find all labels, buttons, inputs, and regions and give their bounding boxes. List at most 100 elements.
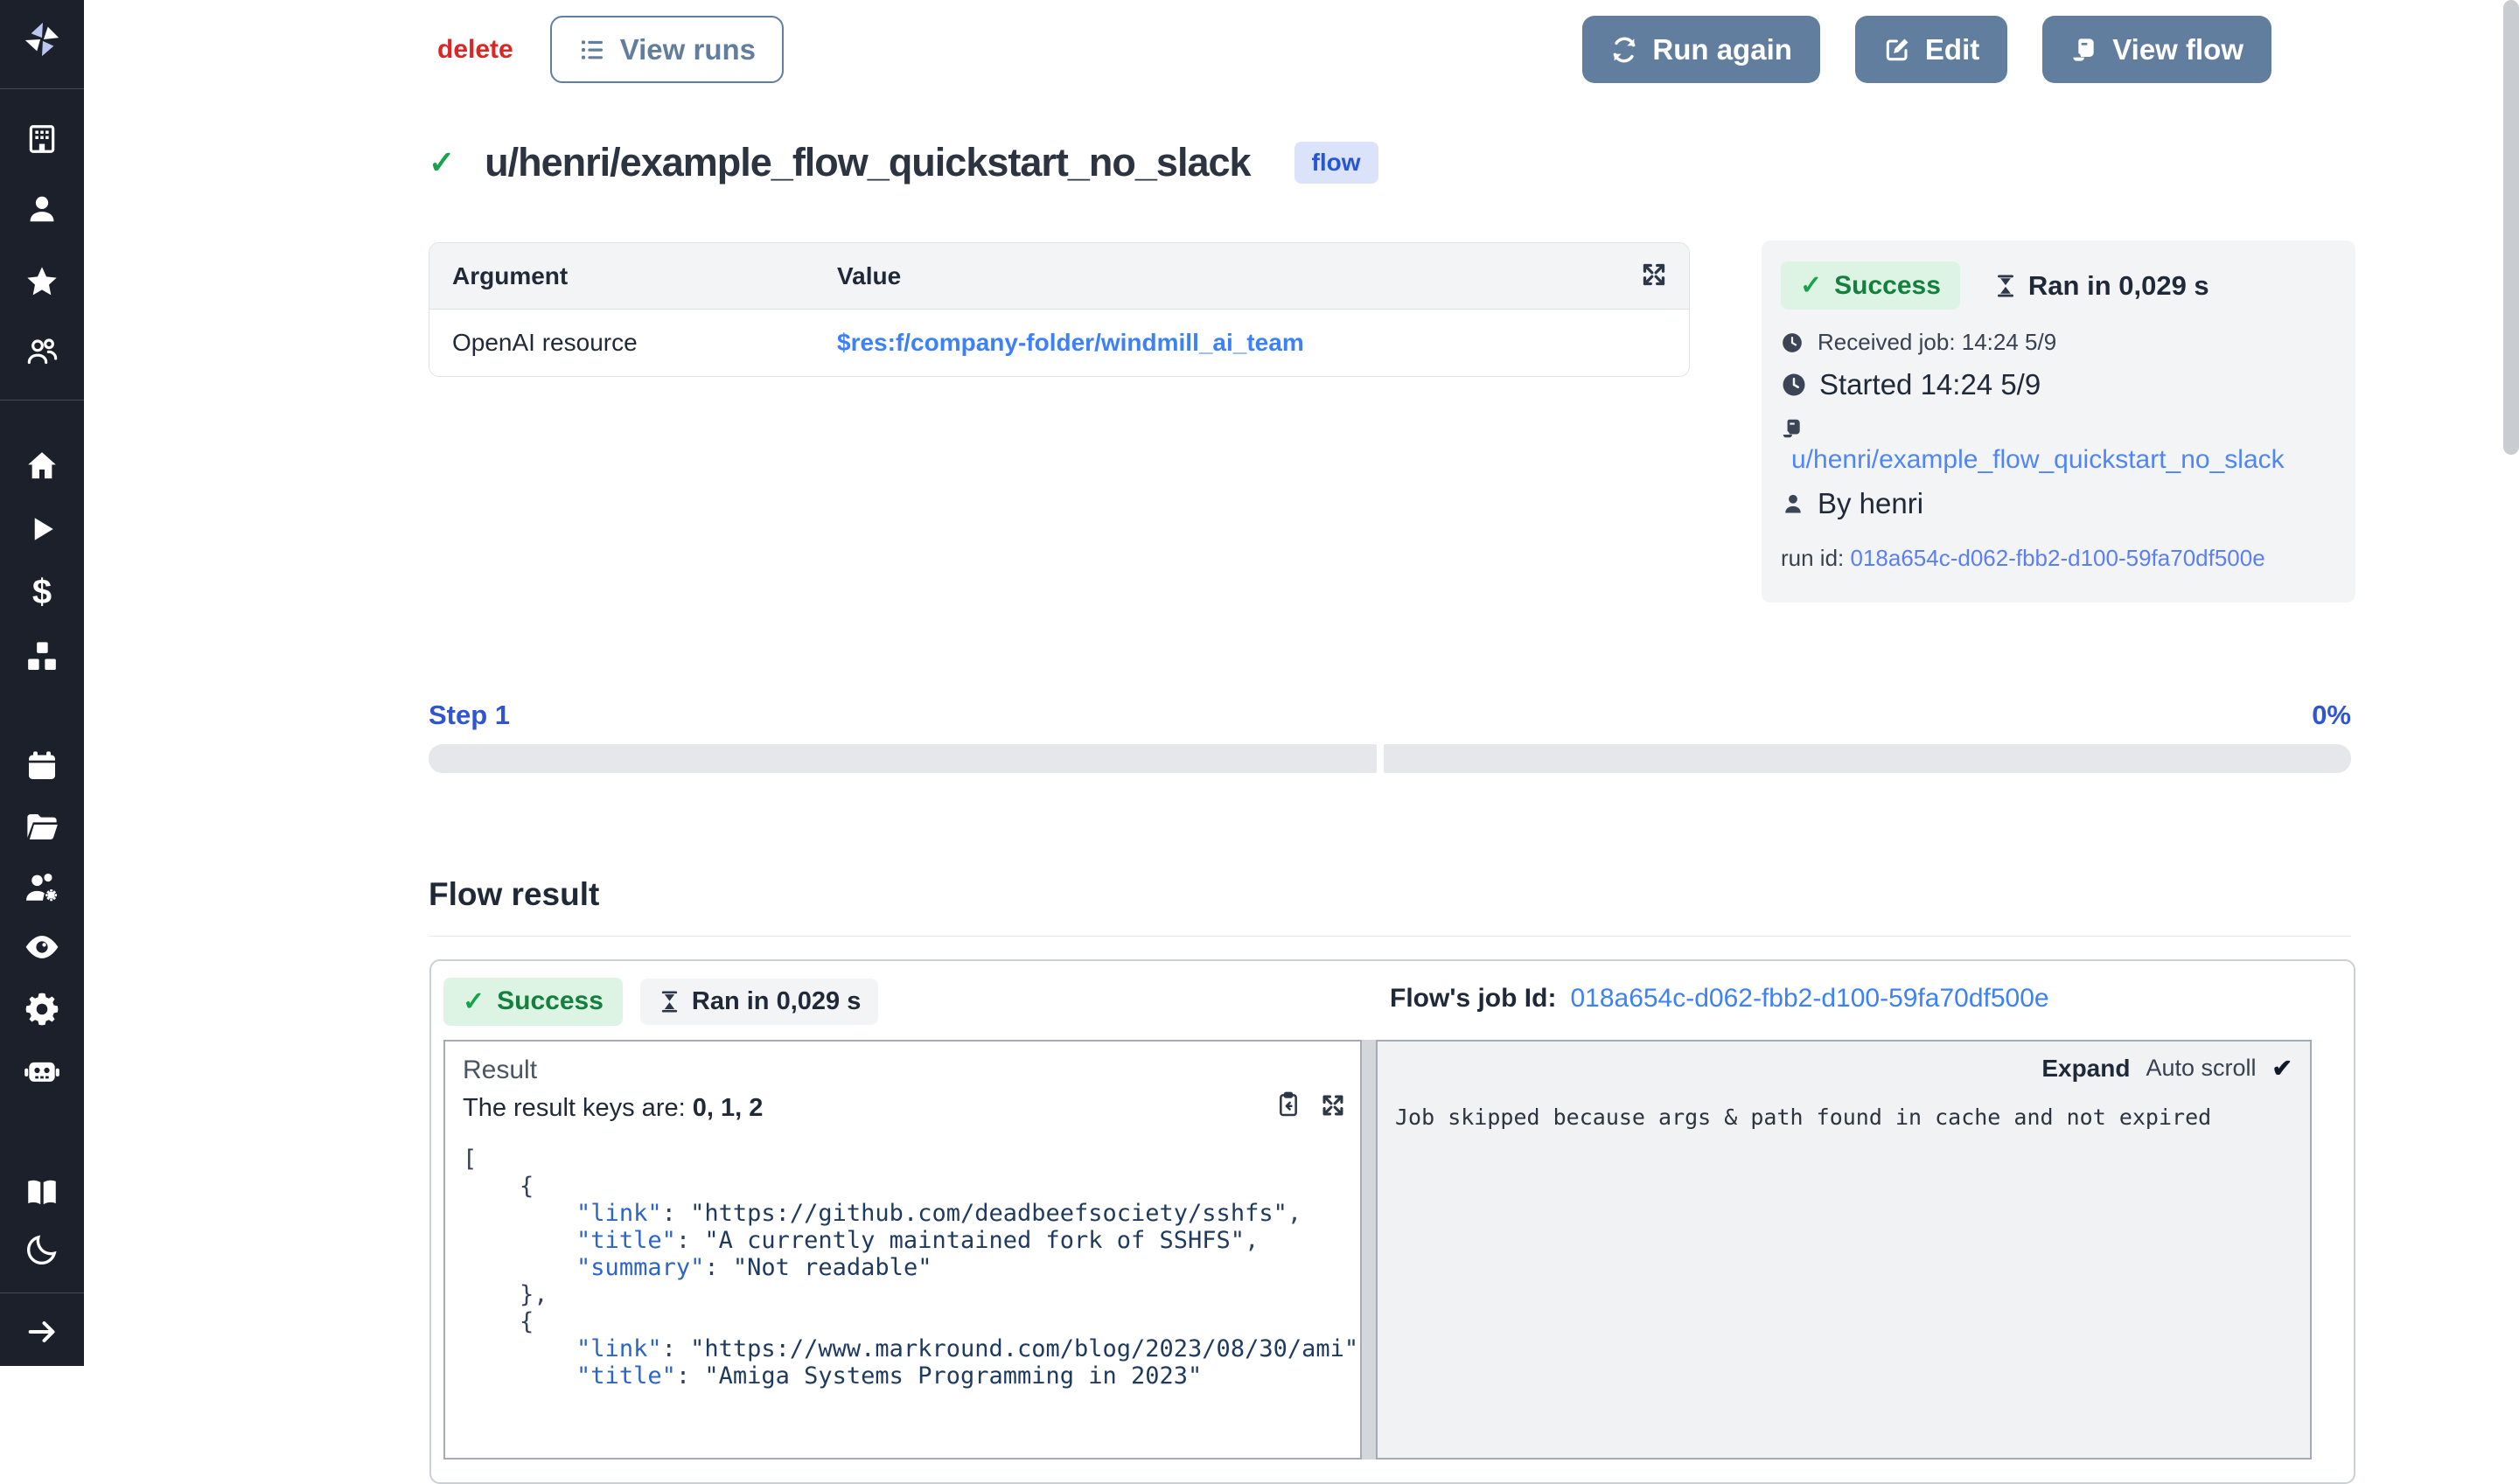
flow-icon	[2070, 36, 2098, 64]
view-flow-button[interactable]: View flow	[2042, 16, 2271, 83]
toolbar-right: Run again Edit View flow	[1582, 16, 2271, 83]
step-progress-row: Step 1 0%	[429, 700, 2351, 731]
book-open-icon	[24, 1174, 60, 1211]
sidebar-item-schedules[interactable]	[0, 748, 84, 784]
auto-scroll-checkbox[interactable]: ✔	[2272, 1054, 2292, 1083]
result-json: [ { "link": "https://github.com/deadbeef…	[463, 1146, 1343, 1390]
expand-table-button[interactable]	[1638, 259, 1670, 290]
flow-result-heading: Flow result	[429, 876, 599, 913]
sidebar-item-home[interactable]	[0, 448, 84, 484]
sidebar-separator	[0, 1292, 84, 1293]
flow-result-header: ✓ Success Ran in 0,029 s Flow's job Id: …	[443, 977, 2341, 1026]
sidebar-item-ai[interactable]	[0, 1052, 84, 1089]
sidebar-item-settings[interactable]	[0, 991, 84, 1028]
copy-to-clipboard-button[interactable]	[1274, 1090, 1302, 1120]
sidebar-item-variables[interactable]: $	[0, 572, 84, 612]
auto-scroll-label: Auto scroll	[2146, 1055, 2256, 1082]
hourglass-icon	[658, 990, 681, 1014]
result-pane: Result The result keys are: 0, 1, 2	[443, 1040, 1362, 1460]
list-icon	[578, 36, 606, 64]
received-job-row: Received job: 14:24 5/9	[1781, 329, 2336, 356]
sidebar-item-user[interactable]	[0, 191, 84, 227]
sidebar-expand-toggle[interactable]	[0, 1313, 84, 1350]
sidebar-item-workspace[interactable]	[0, 121, 84, 157]
flow-icon	[1781, 417, 1804, 440]
job-id-link[interactable]: 018a654c-d062-fbb2-d100-59fa70df500e	[1570, 984, 2048, 1014]
success-check-icon: ✓	[429, 144, 455, 181]
run-id-label: run id:	[1781, 545, 1844, 571]
flow-path-icon-row	[1781, 417, 2336, 440]
robot-icon	[23, 1051, 61, 1090]
argument-name: OpenAI resource	[429, 329, 837, 357]
status-label: Success	[1834, 271, 1941, 301]
result-title: Result	[463, 1056, 1343, 1085]
started-row: Started 14:24 5/9	[1781, 368, 2336, 401]
page-title: u/henri/example_flow_quickstart_no_slack	[485, 140, 1250, 185]
dollar-icon: $	[32, 572, 52, 612]
sidebar-item-dark-mode[interactable]	[0, 1231, 84, 1268]
arguments-table: Argument Value OpenAI resource $res:f/co…	[429, 242, 1690, 377]
argument-value-link[interactable]: $res:f/company-folder/windmill_ai_team	[837, 329, 1304, 357]
sidebar-item-resources[interactable]	[0, 638, 84, 675]
status-badge: ✓ Success	[1781, 261, 1960, 310]
progress-bar	[429, 744, 2351, 773]
author-row: By henri	[1781, 487, 2336, 520]
job-id-group: Flow's job Id: 018a654c-d062-fbb2-d100-5…	[1390, 984, 2049, 1014]
status-label: Success	[497, 986, 604, 1016]
moon-icon	[24, 1232, 59, 1267]
view-runs-button[interactable]: View runs	[550, 16, 784, 83]
check-icon: ✓	[463, 986, 485, 1017]
sidebar-item-groups[interactable]	[0, 333, 84, 370]
folder-open-icon	[24, 809, 60, 846]
windmill-logo-icon	[22, 19, 62, 59]
clock-icon	[1781, 372, 1807, 398]
logs-pane: Expand Auto scroll ✔ Job skipped because…	[1376, 1040, 2312, 1460]
duration-badge: Ran in 0,029 s	[640, 979, 878, 1025]
gear-icon	[24, 991, 60, 1028]
maximize-icon	[1638, 259, 1670, 290]
sidebar-item-audit-logs[interactable]	[0, 929, 84, 965]
logs-controls: Expand Auto scroll ✔	[2041, 1054, 2292, 1083]
edit-label: Edit	[1925, 33, 1979, 66]
run-info-card: ✓ Success Ran in 0,029 s Received job: 1…	[1762, 240, 2355, 603]
step-label[interactable]: Step 1	[429, 700, 510, 731]
logs-text: Job skipped because args & path found in…	[1395, 1104, 2292, 1130]
calendar-icon	[24, 749, 59, 784]
users-icon	[24, 334, 59, 369]
users-gear-icon	[23, 869, 61, 908]
progress-segment	[1384, 744, 2351, 773]
flow-path-link[interactable]: u/henri/example_flow_quickstart_no_slack	[1791, 445, 2336, 475]
maximize-icon	[1318, 1090, 1348, 1120]
windmill-logo[interactable]	[0, 17, 84, 61]
refresh-icon	[1610, 36, 1638, 64]
flow-result-panes: Result The result keys are: 0, 1, 2	[443, 1040, 2341, 1460]
arguments-table-header: Argument Value	[429, 243, 1689, 310]
building-icon	[25, 122, 59, 156]
result-keys-values: 0, 1, 2	[693, 1094, 764, 1122]
result-pane-actions	[1274, 1090, 1348, 1120]
eye-icon	[23, 928, 61, 966]
column-header-value: Value	[837, 262, 901, 290]
edit-button[interactable]: Edit	[1855, 16, 2007, 83]
scrollbar-thumb[interactable]	[2503, 0, 2519, 455]
progress-segment	[429, 744, 1377, 773]
edit-icon	[1883, 36, 1911, 64]
sidebar-item-workers[interactable]	[0, 870, 84, 907]
job-id-label: Flow's job Id:	[1390, 984, 1556, 1014]
table-row: OpenAI resource $res:f/company-folder/wi…	[429, 310, 1689, 376]
sidebar-item-folders[interactable]	[0, 809, 84, 846]
logs-expand-button[interactable]: Expand	[2041, 1055, 2130, 1083]
expand-result-button[interactable]	[1318, 1090, 1348, 1120]
run-again-button[interactable]: Run again	[1582, 16, 1820, 83]
sidebar-item-favorites[interactable]	[0, 263, 84, 300]
delete-button[interactable]: delete	[437, 35, 513, 65]
hourglass-icon	[1993, 274, 2018, 298]
sidebar-item-runs[interactable]	[0, 511, 84, 547]
column-header-argument: Argument	[429, 262, 837, 290]
status-badge: ✓ Success	[443, 978, 623, 1026]
pane-resize-handle[interactable]	[1362, 1040, 1376, 1460]
duration-label: Ran in 0,029 s	[692, 987, 861, 1016]
sidebar-item-docs[interactable]	[0, 1174, 84, 1211]
run-id-link[interactable]: 018a654c-d062-fbb2-d100-59fa70df500e	[1851, 545, 2265, 571]
sidebar-separator	[0, 400, 84, 401]
